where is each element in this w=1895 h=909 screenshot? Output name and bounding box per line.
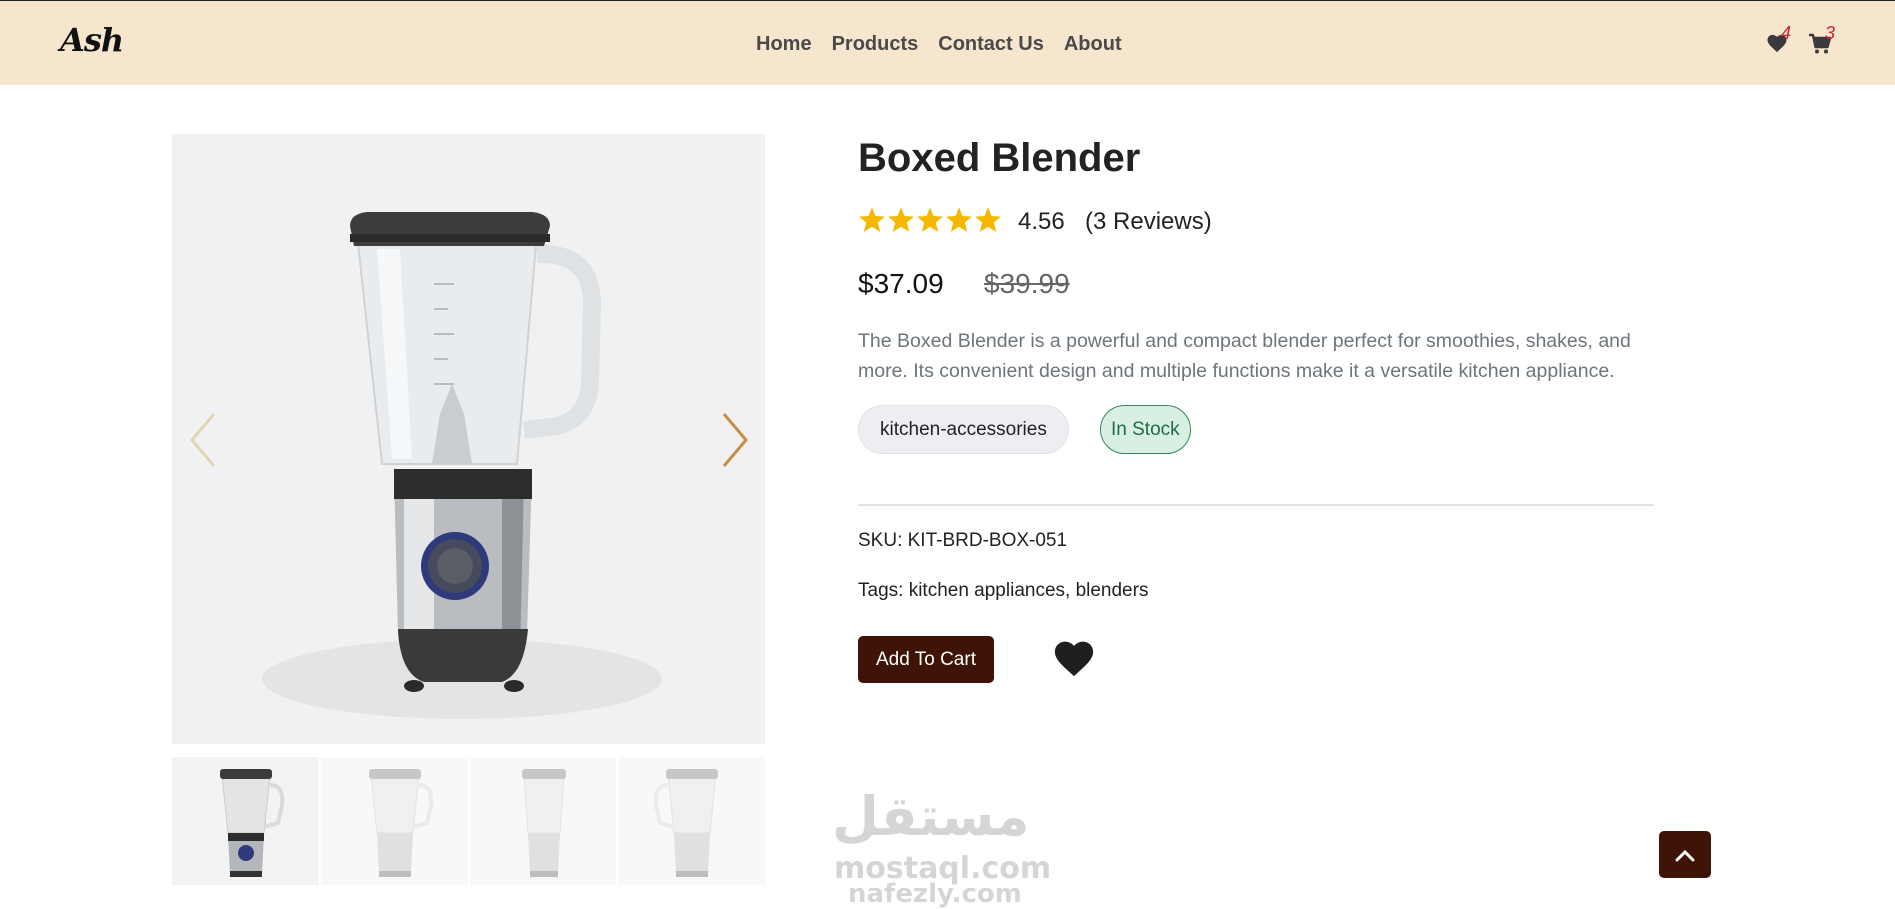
brand-logo[interactable]: Ash xyxy=(60,21,124,59)
nav-contact-us[interactable]: Contact Us xyxy=(938,33,1044,56)
watermark-line2: nafezly.com xyxy=(848,879,1022,909)
product-title: Boxed Blender xyxy=(858,136,1141,180)
chevron-up-icon xyxy=(1659,848,1711,862)
thumbnail-2[interactable] xyxy=(320,757,468,885)
gallery-prev-button[interactable] xyxy=(184,410,224,470)
watermark-arabic: مستقل xyxy=(832,785,1030,848)
thumbnail-1[interactable] xyxy=(172,757,319,885)
add-to-cart-button[interactable]: Add To Cart xyxy=(858,636,994,683)
original-price: $39.99 xyxy=(984,268,1070,299)
watermark: مستقل mostaql.com nafezly.com xyxy=(832,785,1072,909)
current-price: $37.09 xyxy=(858,268,944,299)
heart-icon xyxy=(1052,641,1096,682)
nav-links: Home Products Contact Us About xyxy=(756,33,1122,56)
star-icon xyxy=(945,206,973,237)
category-chip[interactable]: kitchen-accessories xyxy=(858,405,1069,454)
star-icon xyxy=(974,206,1002,237)
divider xyxy=(858,504,1654,506)
star-icon xyxy=(887,206,915,237)
thumbnail-strip xyxy=(172,757,765,885)
product-main-image xyxy=(172,134,765,744)
scroll-to-top-button[interactable] xyxy=(1659,831,1711,878)
product-sku: SKU: KIT-BRD-BOX-051 xyxy=(858,530,1068,551)
rating-value: 4.56 xyxy=(1018,208,1065,235)
blender-image xyxy=(262,212,662,719)
add-to-wishlist-button[interactable] xyxy=(1052,638,1096,682)
reviews-count[interactable]: (3 Reviews) xyxy=(1085,208,1212,236)
star-icon xyxy=(916,206,944,237)
gallery-next-button[interactable] xyxy=(714,410,754,470)
wishlist-count-badge: 4 xyxy=(1781,23,1792,43)
chevron-left-icon xyxy=(184,410,224,470)
product-tags: Tags: kitchen appliances, blenders xyxy=(858,580,1149,601)
nav-products[interactable]: Products xyxy=(832,33,919,56)
product-description: The Boxed Blender is a powerful and comp… xyxy=(858,330,1631,382)
cart-count-badge: 3 xyxy=(1825,23,1836,43)
nav-home[interactable]: Home xyxy=(756,33,812,56)
star-icon xyxy=(858,206,886,237)
chevron-right-icon xyxy=(714,410,754,470)
nav-about[interactable]: About xyxy=(1064,33,1122,56)
stock-status-badge: In Stock xyxy=(1100,405,1191,454)
navbar: Ash Home Products Contact Us About 4 3 xyxy=(0,1,1895,85)
rating-stars xyxy=(858,206,1002,237)
thumbnail-4[interactable] xyxy=(618,757,765,885)
thumbnail-3[interactable] xyxy=(469,757,617,885)
